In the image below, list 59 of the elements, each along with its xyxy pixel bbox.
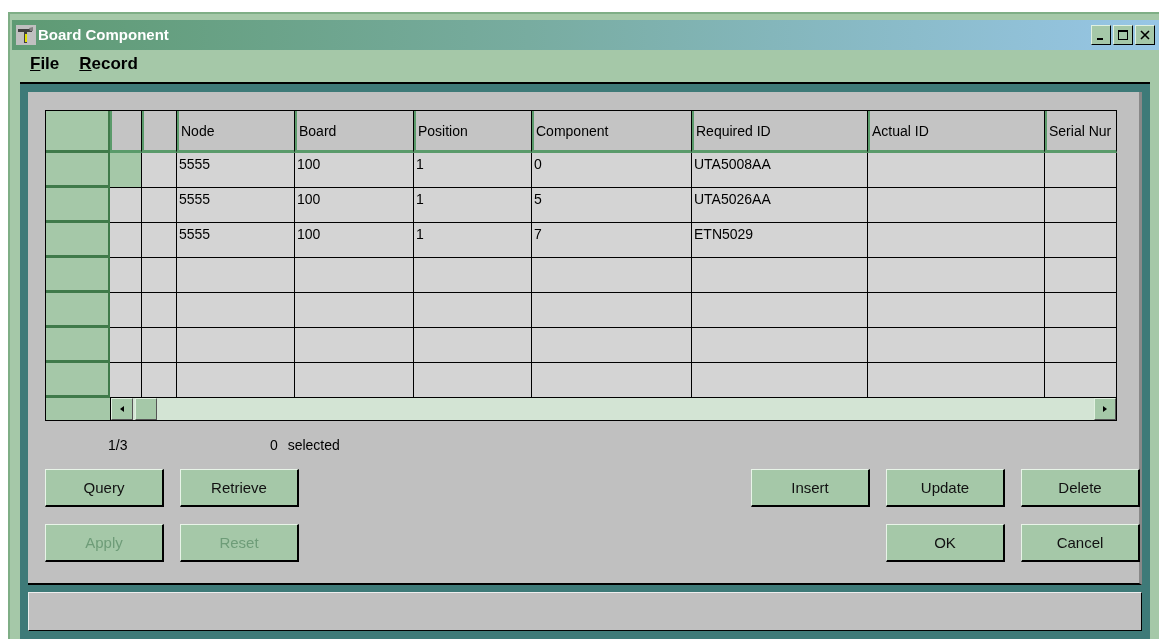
row-header (46, 111, 110, 153)
table-cell (1045, 153, 1117, 188)
row-marker[interactable] (110, 363, 142, 398)
column-header[interactable]: Actual ID (868, 111, 1045, 153)
window-title: Board Component (38, 26, 170, 44)
table-cell (142, 153, 177, 188)
action-button[interactable]: Retrieve (180, 469, 299, 507)
table-cell (1045, 328, 1117, 363)
minimize-icon[interactable] (1091, 24, 1111, 45)
table-cell: 1 (414, 153, 532, 188)
table-cell: UTA5026AA (692, 188, 868, 223)
record-counter: 1/3 (108, 437, 129, 453)
table-cell: 5 (532, 188, 692, 223)
table-cell: 5555 (177, 223, 295, 258)
table-cell (142, 188, 177, 223)
row-marker[interactable] (110, 223, 142, 258)
table-cell (142, 328, 177, 363)
action-button[interactable]: Insert (751, 469, 870, 507)
column-header[interactable]: Position (414, 111, 532, 153)
table-cell: ETN5029 (692, 223, 868, 258)
table-cell: 7 (532, 223, 692, 258)
scroll-thumb[interactable] (135, 398, 157, 420)
table-cell: 1 (414, 223, 532, 258)
row-marker[interactable] (110, 258, 142, 293)
action-button[interactable]: Query (45, 469, 164, 507)
table-cell (142, 223, 177, 258)
table-cell: 5555 (177, 153, 295, 188)
row-marker[interactable] (110, 188, 142, 223)
column-header[interactable]: Required ID (692, 111, 868, 153)
column-header[interactable]: Node (177, 111, 295, 153)
table-cell (1045, 188, 1117, 223)
table-cell (1045, 223, 1117, 258)
column-header[interactable]: Serial Nur (1045, 111, 1117, 153)
table-cell (1045, 258, 1117, 293)
selection-count: 0 selected (270, 437, 340, 453)
menu-item[interactable]: File (30, 53, 60, 74)
maximize-icon[interactable] (1113, 24, 1133, 45)
table-cell: 100 (295, 153, 414, 188)
table-cell (142, 258, 177, 293)
table-cell: UTA5008AA (692, 153, 868, 188)
row-marker[interactable] (110, 293, 142, 328)
table-cell (142, 293, 177, 328)
table-cell: 100 (295, 223, 414, 258)
column-header[interactable]: Component (532, 111, 692, 153)
action-button[interactable]: Update (886, 469, 1005, 507)
close-icon[interactable] (1135, 24, 1155, 45)
table-cell: 5555 (177, 188, 295, 223)
tool-icon (16, 24, 36, 45)
row-marker[interactable] (110, 328, 142, 363)
action-button[interactable]: Cancel (1021, 524, 1140, 562)
action-button[interactable]: OK (886, 524, 1005, 562)
table-cell: 0 (532, 153, 692, 188)
action-button[interactable]: Delete (1021, 469, 1140, 507)
table-cell (1045, 293, 1117, 328)
row-marker[interactable] (110, 153, 142, 188)
table-cell: 100 (295, 188, 414, 223)
table-cell: 1 (414, 188, 532, 223)
column-header[interactable]: Board (295, 111, 414, 153)
menu-item[interactable]: Record (79, 53, 138, 74)
